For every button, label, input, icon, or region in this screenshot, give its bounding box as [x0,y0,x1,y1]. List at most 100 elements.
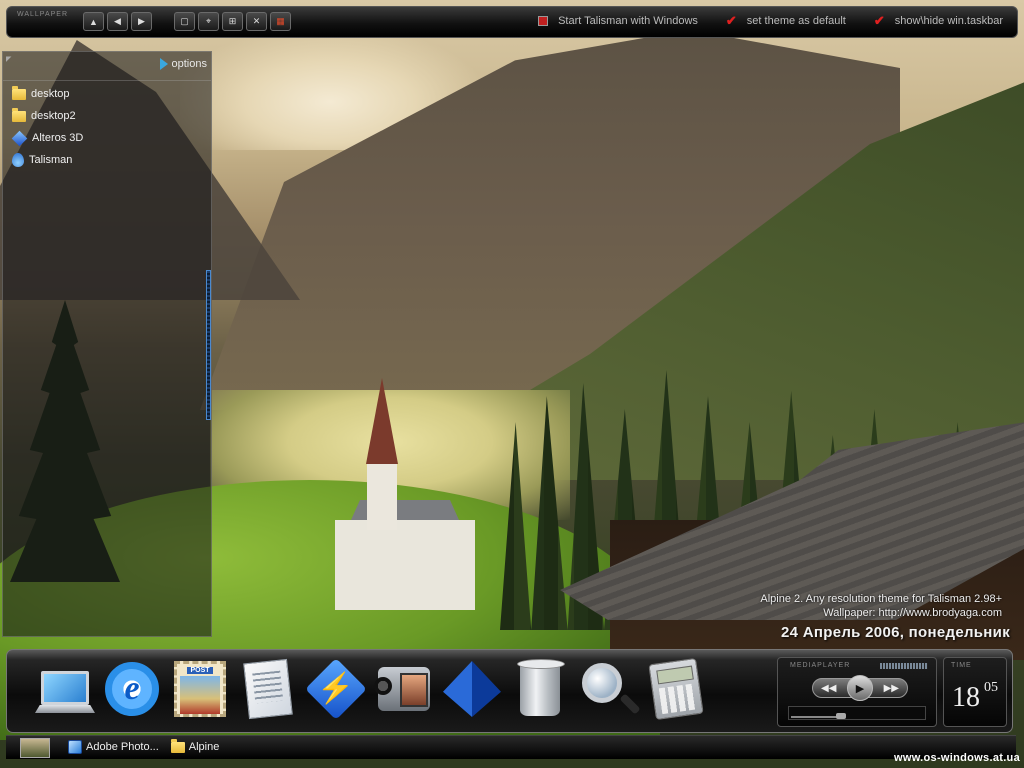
shortcut-label: Alteros 3D [32,132,84,144]
panel-divider [3,80,211,81]
grid-button[interactable]: ⊞ [222,12,243,31]
pyramid-icon [443,661,501,717]
play-icon: ▶ [855,682,865,695]
top-toolbar: WALLPAPER ▲ ◀ ▶ ▢ ⌖ ⊞ ✕ ▦ Start Talisman… [6,6,1018,38]
taskbar-item-alpine[interactable]: Alpine [170,738,220,754]
dock-recycle-bin[interactable] [511,658,569,720]
photoshop-icon [68,740,82,754]
calculator-icon [648,657,704,721]
shortcut-desktop2[interactable]: desktop2 [12,107,83,124]
windows-taskbar: Adobe Photo... Alpine [6,735,1016,759]
media-player-widget: MEDIAPLAYER ◀◀ ▶ ▶▶ [777,657,937,727]
wallpaper-credit-line: Wallpaper: http://www.brodyaga.com [823,607,1002,619]
crosshair-icon: ⌖ [205,16,212,26]
wallpaper-church-tower [367,460,397,530]
seek-handle[interactable] [836,713,846,719]
nav-forward-button[interactable]: ▶ [131,12,152,31]
previous-track-icon[interactable]: ◀◀ [821,683,836,694]
dock-camera[interactable] [374,658,433,720]
toolbar-options: Start Talisman with Windows ✔ set theme … [538,14,1003,27]
shortcut-label: Talisman [29,154,73,166]
diamond-icon [11,130,28,146]
start-with-windows-option[interactable]: Start Talisman with Windows [538,15,698,27]
arrow-right-icon: ▶ [138,16,145,26]
window-button[interactable]: ▢ [174,12,195,31]
start-thumbnail[interactable] [20,738,50,758]
dock-mail[interactable]: POST [171,658,229,720]
taskbar-item-photoshop[interactable]: Adobe Photo... [68,740,159,754]
dock-my-computer[interactable] [35,658,95,720]
shortcut-label: desktop2 [31,110,76,122]
laptop-icon [35,661,95,717]
dock-bar: e POST ⚡ MEDIAPLAYER ◀◀ ▶ ▶▶ TIME 18 05 [6,649,1013,733]
set-theme-default-option[interactable]: ✔ set theme as default [726,14,846,27]
dock-calculator[interactable] [647,657,705,721]
wallpaper-church [335,520,475,610]
dock-internet-explorer[interactable]: e [103,658,161,720]
close-button[interactable]: ✕ [246,12,267,31]
taskbar-item-label: Adobe Photo... [86,741,159,753]
taskbar-items: Adobe Photo... Alpine [68,738,220,754]
panel-shortcut-list: desktop desktop2 Alteros 3D Talisman [11,85,84,168]
checkmark-icon[interactable]: ✔ [874,14,885,27]
seek-progress [791,716,838,718]
media-player-title: MEDIAPLAYER [790,662,851,669]
post-stamp-icon: POST [174,661,226,717]
color-button[interactable]: ▦ [270,12,291,31]
crosshair-button[interactable]: ⌖ [198,12,219,31]
dock-documents[interactable] [239,658,297,720]
shortcut-desktop[interactable]: desktop [12,85,83,102]
media-controls: ◀◀ ▶ ▶▶ [812,675,908,701]
dock-search[interactable] [579,658,637,720]
checkmark-icon[interactable]: ✔ [726,14,737,27]
set-theme-default-label: set theme as default [746,15,846,27]
internet-explorer-icon: e [105,662,159,716]
folder-icon [170,738,185,753]
clock-widget: TIME 18 05 [943,657,1007,727]
taskbar-item-label: Alpine [188,741,220,753]
panel-scrollbar[interactable] [206,270,211,420]
checkbox-icon[interactable] [538,16,549,26]
site-watermark: www.os-windows.at.ua [894,752,1020,764]
play-button[interactable]: ▶ [847,675,873,701]
shortcut-label: desktop [31,88,70,100]
nav-back-button[interactable]: ◀ [107,12,128,31]
volume-level-meter[interactable] [880,663,928,669]
winamp-icon: ⚡ [305,658,367,720]
shortcut-talisman[interactable]: Talisman [12,152,83,168]
media-seek-bar[interactable] [788,706,926,720]
shortcut-alteros-3d[interactable]: Alteros 3D [11,130,84,146]
toolbar-title: WALLPAPER [17,11,69,18]
dock-winamp[interactable]: ⚡ [305,658,367,720]
next-track-icon[interactable]: ▶▶ [884,683,899,694]
panel-options-button[interactable]: options [159,58,207,70]
panel-options-label: options [171,58,207,70]
dock-alteros-3d[interactable] [443,658,501,720]
arrow-left-icon: ◀ [114,16,121,26]
color-palette-icon: ▦ [276,16,285,26]
clock-hours: 18 [952,682,980,713]
trash-can-icon [517,659,565,716]
play-triangle-icon [159,58,168,70]
start-with-windows-label: Start Talisman with Windows [558,15,698,27]
toolbar-buttons: ▲ ◀ ▶ ▢ ⌖ ⊞ ✕ ▦ [83,12,291,31]
magnifier-icon [582,663,622,703]
folder-icon [12,107,26,122]
arrow-up-icon: ▲ [89,16,98,27]
panel-resize-corner-icon[interactable]: ◤ [6,55,11,63]
theme-name-line: Alpine 2. Any resolution theme for Talis… [760,593,1002,605]
close-icon: ✕ [252,16,261,26]
theme-info: Alpine 2. Any resolution theme for Talis… [760,592,1002,620]
dock-icons: e POST ⚡ [35,657,705,721]
document-icon [243,658,293,720]
grid-icon: ⊞ [228,16,237,26]
show-hide-taskbar-option[interactable]: ✔ show\hide win.taskbar [874,14,1003,27]
nav-up-button[interactable]: ▲ [83,12,104,31]
clock-minutes: 05 [984,680,998,695]
shortcut-panel: ◤ options desktop desktop2 Alteros 3D Ta… [2,51,212,637]
clock-title: TIME [951,662,972,669]
show-hide-taskbar-label: show\hide win.taskbar [894,15,1003,27]
drop-icon [12,153,24,167]
window-icon: ▢ [180,16,189,26]
video-camera-icon [374,667,430,711]
